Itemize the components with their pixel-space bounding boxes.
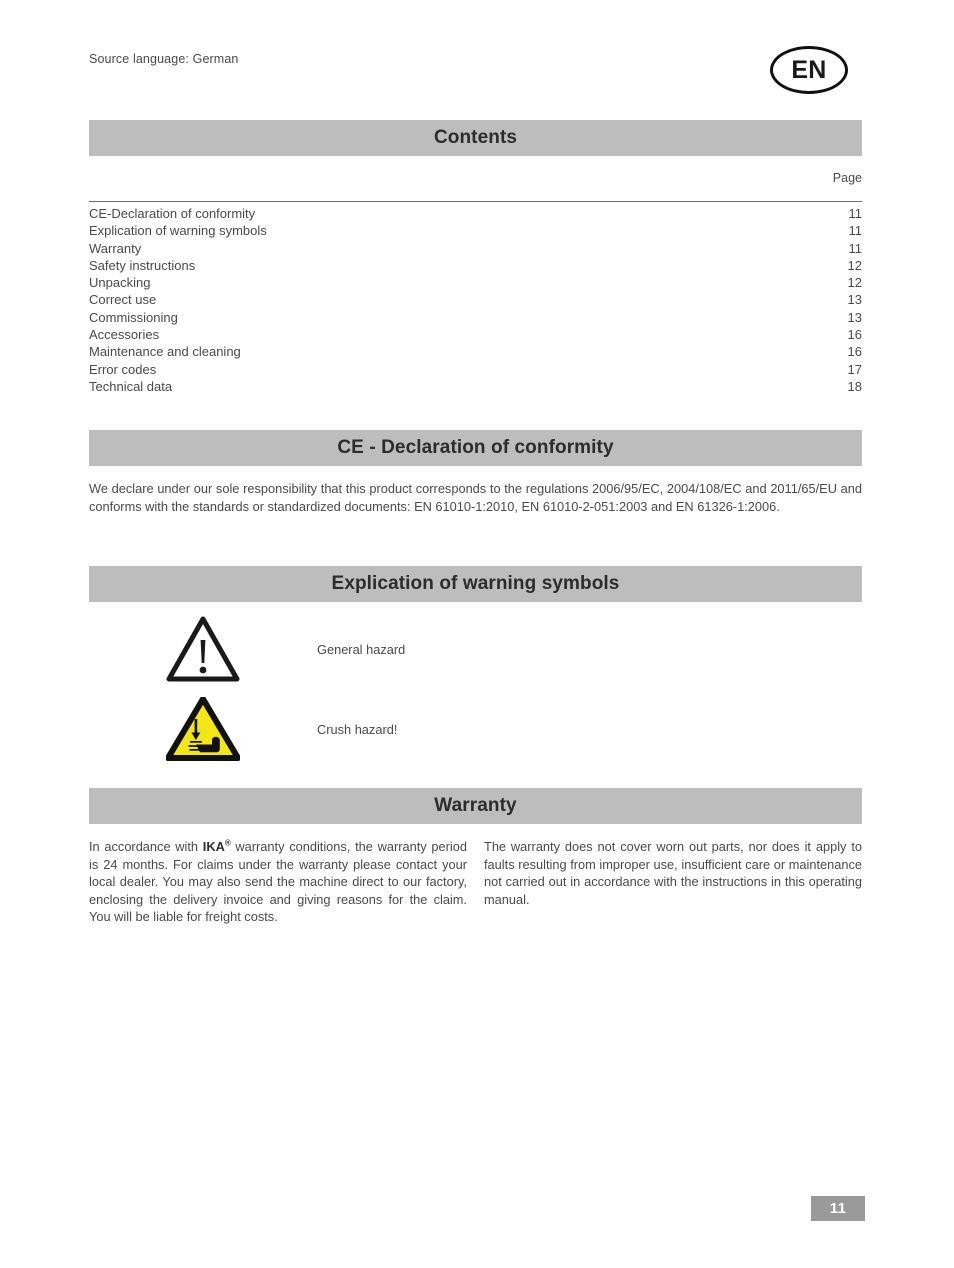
language-badge-en: EN bbox=[770, 46, 848, 94]
general-hazard-icon-cell bbox=[89, 616, 317, 682]
toc-entry-page: 17 bbox=[847, 361, 862, 377]
footer-page-number-badge: 11 bbox=[811, 1196, 865, 1221]
table-of-contents: CE-Declaration of conformity 11 Explicatio… bbox=[89, 205, 862, 395]
toc-entry-label: Warranty bbox=[89, 240, 142, 256]
toc-row[interactable]: Accessories 16 bbox=[89, 326, 862, 343]
toc-entry-page: 16 bbox=[847, 327, 862, 343]
general-hazard-triangle-icon bbox=[166, 616, 240, 682]
contents-divider bbox=[89, 201, 862, 202]
toc-row[interactable]: Technical data 18 bbox=[89, 378, 862, 395]
toc-row[interactable]: Warranty 11 bbox=[89, 240, 862, 257]
toc-row[interactable]: Correct use 13 bbox=[89, 291, 862, 308]
warranty-left-paragraph: In accordance with IKA® warranty conditi… bbox=[89, 838, 467, 925]
warning-symbol-row: Crush hazard! bbox=[89, 697, 862, 761]
toc-row[interactable]: CE-Declaration of conformity 11 bbox=[89, 205, 862, 222]
toc-entry-page: 12 bbox=[847, 257, 862, 273]
toc-row[interactable]: Explication of warning symbols 11 bbox=[89, 222, 862, 239]
brand-name: IKA® bbox=[202, 838, 231, 854]
toc-entry-page: 16 bbox=[847, 344, 862, 360]
toc-row[interactable]: Error codes 17 bbox=[89, 361, 862, 378]
ce-declaration-section-header: CE - Declaration of conformity bbox=[89, 430, 862, 466]
crush-hazard-triangle-icon bbox=[166, 697, 240, 761]
toc-entry-label: Technical data bbox=[89, 378, 173, 394]
warranty-right-paragraph: The warranty does not cover worn out par… bbox=[484, 839, 862, 907]
contents-section-header: Contents bbox=[89, 120, 862, 156]
toc-entry-page: 12 bbox=[847, 275, 862, 291]
source-language-note: Source language: German bbox=[89, 52, 239, 66]
toc-entry-label: Accessories bbox=[89, 327, 160, 343]
contents-page-column-label: Page bbox=[832, 171, 862, 185]
registered-trademark-icon: ® bbox=[224, 838, 231, 848]
warranty-heading: Warranty bbox=[434, 795, 517, 816]
warning-symbols-heading: Explication of warning symbols bbox=[331, 573, 620, 594]
toc-entry-page: 11 bbox=[848, 223, 863, 239]
toc-entry-label: Unpacking bbox=[89, 275, 151, 291]
toc-entry-page: 18 bbox=[847, 378, 862, 394]
toc-row[interactable]: Unpacking 12 bbox=[89, 274, 862, 291]
toc-row[interactable]: Safety instructions 12 bbox=[89, 257, 862, 274]
toc-row[interactable]: Maintenance and cleaning 16 bbox=[89, 343, 862, 360]
toc-entry-label: Explication of warning symbols bbox=[89, 223, 267, 239]
warning-symbols-section-header: Explication of warning symbols bbox=[89, 566, 862, 602]
warranty-columns: In accordance with IKA® warranty conditi… bbox=[89, 838, 862, 926]
toc-entry-page: 13 bbox=[847, 292, 862, 308]
toc-row[interactable]: Commissioning 13 bbox=[89, 309, 862, 326]
crush-hazard-icon-cell bbox=[89, 697, 317, 761]
toc-entry-page: 13 bbox=[847, 309, 862, 325]
ce-declaration-heading: CE - Declaration of conformity bbox=[337, 437, 614, 458]
toc-entry-label: Commissioning bbox=[89, 309, 178, 325]
warning-symbol-label: General hazard bbox=[317, 641, 406, 657]
warning-symbol-row: General hazard bbox=[89, 612, 862, 686]
warranty-section-header: Warranty bbox=[89, 788, 862, 824]
toc-entry-page: 11 bbox=[848, 206, 863, 221]
toc-entry-label: Maintenance and cleaning bbox=[89, 344, 241, 360]
footer-page-number: 11 bbox=[829, 1200, 847, 1217]
toc-entry-label: Safety instructions bbox=[89, 257, 196, 273]
ce-declaration-body: We declare under our sole responsibility… bbox=[89, 481, 862, 514]
language-badge-label: EN bbox=[791, 55, 827, 84]
contents-heading: Contents bbox=[433, 127, 518, 148]
page-header: Source language: German EN bbox=[89, 46, 862, 94]
warning-symbol-label: Crush hazard! bbox=[317, 721, 398, 737]
toc-entry-label: CE-Declaration of conformity bbox=[89, 206, 256, 221]
document-page: Source language: German EN Contents Page… bbox=[0, 0, 954, 1268]
toc-entry-label: Error codes bbox=[89, 361, 157, 377]
toc-entry-label: Correct use bbox=[89, 292, 157, 308]
toc-entry-page: 11 bbox=[848, 240, 863, 256]
